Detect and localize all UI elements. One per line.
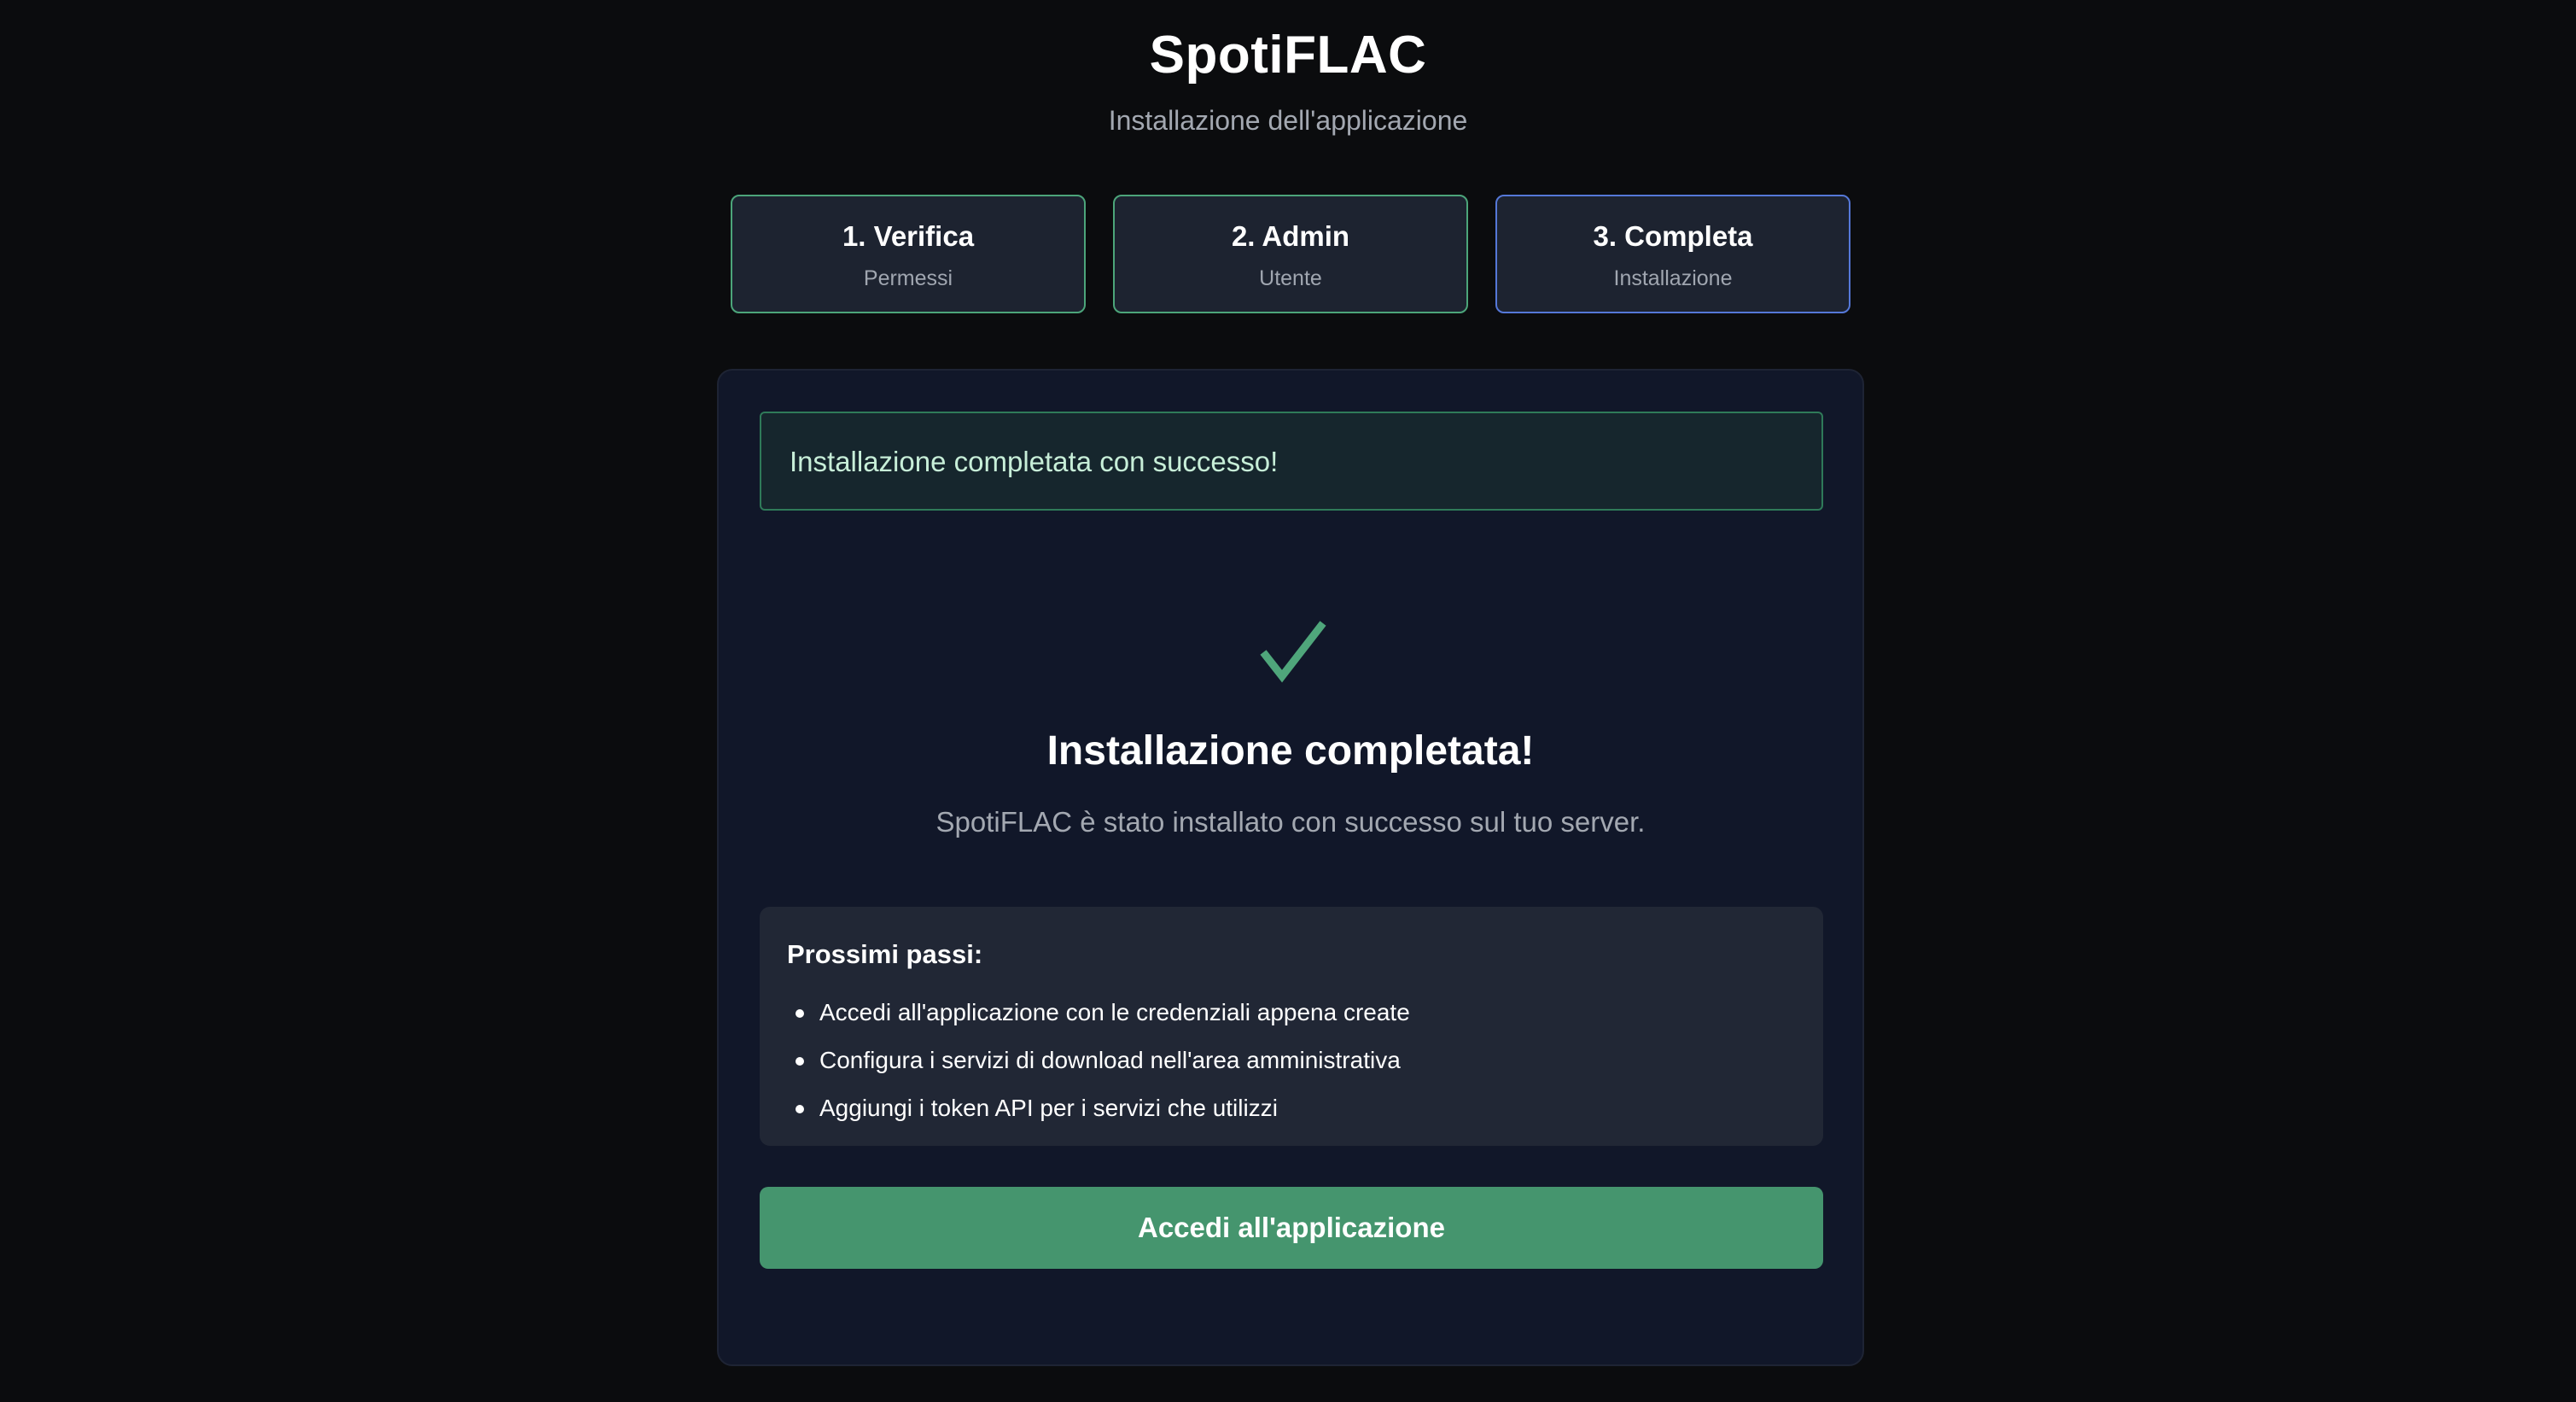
step-admin: 2. Admin Utente <box>1113 195 1468 313</box>
next-steps-title: Prossimi passi: <box>787 939 983 969</box>
list-item: Aggiungi i token API per i servizi che u… <box>794 1084 1410 1132</box>
list-item: Configura i servizi di download nell'are… <box>794 1037 1410 1084</box>
success-alert-message: Installazione completata con successo! <box>790 446 1279 477</box>
step-verifica: 1. Verifica Permessi <box>731 195 1086 313</box>
completion-description: SpotiFLAC è stato installato con success… <box>935 806 1646 838</box>
list-item: Accedi all'applicazione con le credenzia… <box>794 989 1410 1037</box>
step-subtitle: Permessi <box>863 266 953 290</box>
step-subtitle: Installazione <box>1613 266 1733 290</box>
completion-title: Installazione completata! <box>1046 728 1535 774</box>
step-title: 1. Verifica <box>842 220 975 252</box>
access-app-button[interactable]: Accedi all'applicazione <box>760 1187 1823 1269</box>
next-steps-list: Accedi all'applicazione con le credenzia… <box>794 989 1410 1132</box>
step-completa: 3. Completa Installazione <box>1495 195 1850 313</box>
success-alert: Installazione completata con successo! <box>760 412 1823 511</box>
steps-progress: 1. Verifica Permessi 2. Admin Utente 3. … <box>731 195 1850 314</box>
install-page: SpotiFLAC Installazione dell'applicazion… <box>0 0 2576 1402</box>
step-subtitle: Utente <box>1259 266 1322 290</box>
next-steps-box: Prossimi passi: Accedi all'applicazione … <box>760 907 1823 1146</box>
app-title: SpotiFLAC <box>1149 26 1427 85</box>
check-icon <box>1256 618 1328 690</box>
step-title: 3. Completa <box>1593 220 1753 252</box>
step-title: 2. Admin <box>1231 220 1350 252</box>
app-subtitle: Installazione dell'applicazione <box>1108 105 1468 136</box>
completion-card: Installazione completata con successo! I… <box>717 369 1864 1366</box>
